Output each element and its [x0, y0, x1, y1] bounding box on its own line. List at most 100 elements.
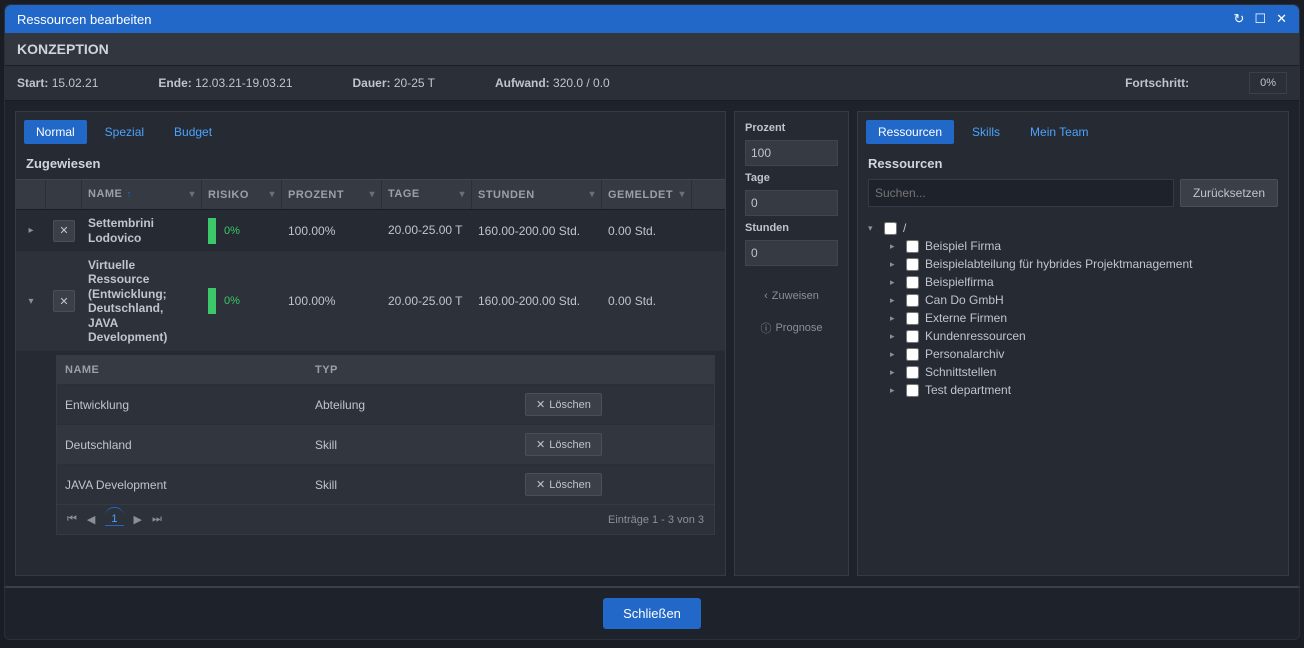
tree-node[interactable]: ▸Personalarchiv — [890, 345, 1278, 363]
delete-button[interactable]: ✕Löschen — [525, 433, 602, 456]
percent-label: Prozent — [745, 122, 838, 134]
expand-icon[interactable]: ▸ — [890, 295, 900, 306]
sort-asc-icon[interactable]: ↑ — [126, 189, 132, 200]
tree-checkbox[interactable] — [906, 276, 919, 289]
tree-node[interactable]: ▸ Can Do GmbH — [890, 291, 1278, 309]
tree-node[interactable]: ▸ Beispielfirma — [890, 273, 1278, 291]
tree-node[interactable]: ▸ Beispiel Firma — [890, 237, 1278, 255]
percent-value: 100.00% — [282, 210, 382, 251]
filter-icon[interactable]: ▾ — [369, 189, 375, 200]
tree-node[interactable]: ▸Beispielabteilung für hybrides Projektm… — [890, 255, 1278, 273]
tree-checkbox[interactable] — [906, 258, 919, 271]
remove-button[interactable]: ✕ — [53, 220, 75, 242]
tab-resources[interactable]: Ressourcen — [866, 120, 954, 144]
skill-name: Deutschland — [57, 430, 307, 460]
tree-checkbox[interactable] — [906, 312, 919, 325]
filter-icon[interactable]: ▾ — [459, 189, 465, 201]
tree-node[interactable]: ▸Externe Firmen — [890, 309, 1278, 327]
tree-node[interactable]: ▸ Test department — [890, 381, 1278, 399]
resources-title: Ressourcen — [858, 152, 1288, 179]
tab-budget[interactable]: Budget — [162, 120, 224, 144]
reset-button[interactable]: Zurücksetzen — [1180, 179, 1278, 207]
assign-button[interactable]: ‹Zuweisen — [745, 284, 838, 308]
expand-icon[interactable]: ▸ — [890, 367, 900, 378]
tab-spezial[interactable]: Spezial — [93, 120, 156, 144]
col-risk[interactable]: RISIKO — [208, 189, 249, 201]
risk-bar — [208, 288, 216, 314]
close-button[interactable]: Schließen — [603, 598, 701, 629]
col-name[interactable]: NAME — [88, 188, 122, 200]
expand-icon[interactable]: ▸ — [890, 331, 900, 342]
list-item: Deutschland Skill ✕Löschen — [57, 424, 714, 464]
pager-summary: Einträge 1 - 3 von 3 — [608, 514, 704, 526]
tree-label: Beispielfirma — [925, 275, 994, 289]
expand-icon[interactable]: ▸ — [890, 349, 900, 360]
days-label: Tage — [745, 172, 838, 184]
tree-label: Can Do GmbH — [925, 293, 1004, 307]
pager-page[interactable]: 1 — [105, 513, 123, 526]
close-icon[interactable]: ✕ — [1276, 11, 1287, 27]
pager-last-icon[interactable]: ⏭ — [152, 513, 162, 526]
risk-bar — [208, 218, 216, 244]
duration-label: Dauer: — [353, 76, 391, 90]
subcol-type[interactable]: TYP — [307, 356, 517, 384]
expand-icon[interactable]: ▸ — [28, 225, 33, 236]
collapse-icon[interactable]: ▾ — [28, 296, 33, 307]
tree-root[interactable]: ▾ / — [868, 219, 1278, 237]
tree-checkbox[interactable] — [906, 384, 919, 397]
pager-prev-icon[interactable]: ◀ — [87, 513, 95, 526]
tree-checkbox[interactable] — [884, 222, 897, 235]
col-percent[interactable]: PROZENT — [288, 189, 344, 201]
col-days[interactable]: TAGE — [388, 188, 420, 201]
tab-normal[interactable]: Normal — [24, 120, 87, 144]
remove-button[interactable]: ✕ — [53, 290, 75, 312]
expand-icon[interactable]: ▸ — [890, 385, 900, 396]
tree-checkbox[interactable] — [906, 294, 919, 307]
skill-name: Entwicklung — [57, 390, 307, 420]
percent-value: 100.00% — [282, 252, 382, 350]
refresh-icon[interactable]: ↻ — [1234, 11, 1245, 27]
days-input[interactable] — [745, 190, 838, 216]
tab-myteam[interactable]: Mein Team — [1018, 120, 1100, 144]
list-item: Entwicklung Abteilung ✕Löschen — [57, 384, 714, 424]
filter-icon[interactable]: ▾ — [269, 189, 275, 200]
search-input[interactable] — [868, 179, 1174, 207]
delete-button[interactable]: ✕Löschen — [525, 473, 602, 496]
risk-value: 0% — [224, 295, 240, 307]
tree-label: Beispiel Firma — [925, 239, 1001, 253]
effort-value: 320.0 / 0.0 — [553, 76, 610, 90]
hours-input[interactable] — [745, 240, 838, 266]
tab-skills[interactable]: Skills — [960, 120, 1012, 144]
filter-icon[interactable]: ▾ — [589, 189, 595, 200]
pager-next-icon[interactable]: ▶ — [134, 513, 142, 526]
filter-icon[interactable]: ▾ — [679, 189, 685, 200]
tree-checkbox[interactable] — [906, 240, 919, 253]
start-value: 15.02.21 — [52, 76, 99, 90]
pager-first-icon[interactable]: ⏮ — [67, 513, 77, 526]
days-value: 20.00-25.00 T — [382, 252, 472, 350]
maximize-icon[interactable]: ☐ — [1254, 11, 1266, 27]
tree-node[interactable]: ▸Schnittstellen — [890, 363, 1278, 381]
duration-value: 20-25 T — [394, 76, 435, 90]
col-reported[interactable]: GEMELDET — [608, 189, 673, 201]
expand-icon[interactable]: ▸ — [890, 241, 900, 252]
table-row[interactable]: ▾ ✕ Virtuelle Ressource (Entwicklung; De… — [16, 252, 725, 351]
tree-checkbox[interactable] — [906, 348, 919, 361]
filter-icon[interactable]: ▾ — [189, 189, 195, 201]
info-bar: Start: 15.02.21 Ende: 12.03.21-19.03.21 … — [5, 66, 1299, 101]
tree-label: Test department — [925, 383, 1011, 397]
expand-icon[interactable]: ▸ — [890, 277, 900, 288]
col-hours[interactable]: STUNDEN — [478, 189, 535, 201]
subcol-name[interactable]: NAME — [57, 356, 307, 384]
tree-node[interactable]: ▸Kundenressourcen — [890, 327, 1278, 345]
expand-icon[interactable]: ▸ — [890, 259, 900, 270]
tree-checkbox[interactable] — [906, 330, 919, 343]
forecast-button[interactable]: ⓘPrognose — [745, 314, 838, 342]
start-label: Start: — [17, 76, 48, 90]
expand-icon[interactable]: ▸ — [890, 313, 900, 324]
table-row[interactable]: ▸ ✕ Settembrini Lodovico 0% 100.00% 20.0… — [16, 210, 725, 252]
collapse-icon[interactable]: ▾ — [868, 223, 878, 234]
delete-button[interactable]: ✕Löschen — [525, 393, 602, 416]
tree-checkbox[interactable] — [906, 366, 919, 379]
percent-input[interactable] — [745, 140, 838, 166]
